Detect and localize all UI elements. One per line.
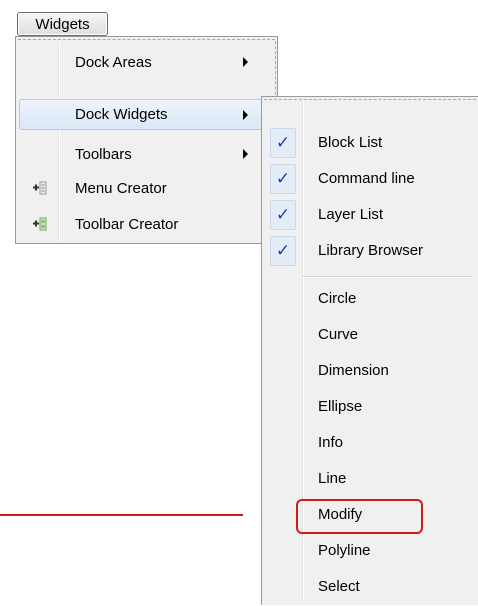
- menu-item-menu-creator[interactable]: Menu Creator: [19, 171, 274, 205]
- menu-item-label: Dock Widgets: [75, 106, 168, 123]
- submenu-item-label: Dimension: [318, 362, 389, 379]
- submenu-item-label: Block List: [318, 134, 383, 151]
- annotation-pointer-line: [0, 514, 243, 516]
- checkmark-icon: ✓: [270, 164, 296, 194]
- submenu-item-line[interactable]: Line: [262, 462, 478, 498]
- menu-item-label: Toolbars: [75, 145, 132, 163]
- menu-item-toolbars[interactable]: Toolbars: [19, 137, 274, 171]
- add-toolbar-icon: [33, 217, 47, 231]
- submenu-item-curve[interactable]: Curve: [262, 318, 478, 354]
- menu-item-dock-areas[interactable]: Dock Areas: [19, 45, 274, 79]
- submenu-arrow-icon: [243, 57, 248, 67]
- checkmark-icon: ✓: [270, 128, 296, 158]
- submenu-arrow-icon: [243, 149, 248, 159]
- submenu-arrow-icon: [243, 110, 248, 120]
- widgets-menu: Dock Areas Dock Widgets Toolbars Menu Cr…: [15, 36, 278, 244]
- checkmark-icon: ✓: [270, 200, 296, 230]
- add-menu-icon: [33, 181, 47, 195]
- submenu-tear-off-line[interactable]: [264, 99, 476, 100]
- submenu-item-label: Circle: [318, 290, 357, 307]
- submenu-item-label: Polyline: [318, 542, 371, 559]
- submenu-item-label: Layer List: [318, 206, 384, 223]
- submenu-item-label: Curve: [318, 326, 359, 343]
- submenu-item-command-line[interactable]: ✓ Command line: [262, 162, 478, 198]
- menu-item-dock-widgets[interactable]: Dock Widgets: [19, 99, 273, 130]
- menu-tear-off-line[interactable]: [18, 39, 275, 40]
- menu-item-label: Dock Areas: [75, 53, 152, 71]
- submenu-item-label: Command line: [318, 170, 415, 187]
- submenu-item-label: Select: [318, 578, 360, 595]
- submenu-item-library-browser[interactable]: ✓ Library Browser: [262, 234, 478, 270]
- widgets-menu-button[interactable]: Widgets: [17, 12, 108, 36]
- menu-item-toolbar-creator[interactable]: Toolbar Creator: [19, 207, 274, 241]
- submenu-item-label: Line: [318, 470, 347, 487]
- submenu-item-polyline[interactable]: Polyline: [262, 534, 478, 570]
- submenu-item-dimension[interactable]: Dimension: [262, 354, 478, 390]
- menu-item-label: Menu Creator: [75, 179, 167, 197]
- submenu-item-select[interactable]: Select: [262, 570, 478, 606]
- menu-item-label: Toolbar Creator: [75, 215, 179, 233]
- submenu-item-info[interactable]: Info: [262, 426, 478, 462]
- submenu-item-layer-list[interactable]: ✓ Layer List: [262, 198, 478, 234]
- submenu-item-ellipse[interactable]: Ellipse: [262, 390, 478, 426]
- submenu-item-label: Info: [318, 434, 344, 451]
- submenu-item-label: Library Browser: [318, 242, 424, 259]
- annotation-highlight-box: [296, 499, 423, 534]
- submenu-item-block-list[interactable]: ✓ Block List: [262, 126, 478, 162]
- submenu-item-label: Ellipse: [318, 398, 363, 415]
- widgets-menu-label: Widgets: [35, 15, 90, 33]
- submenu-item-circle[interactable]: Circle: [262, 282, 478, 318]
- checkmark-icon: ✓: [270, 236, 296, 266]
- menu-separator: [302, 276, 472, 278]
